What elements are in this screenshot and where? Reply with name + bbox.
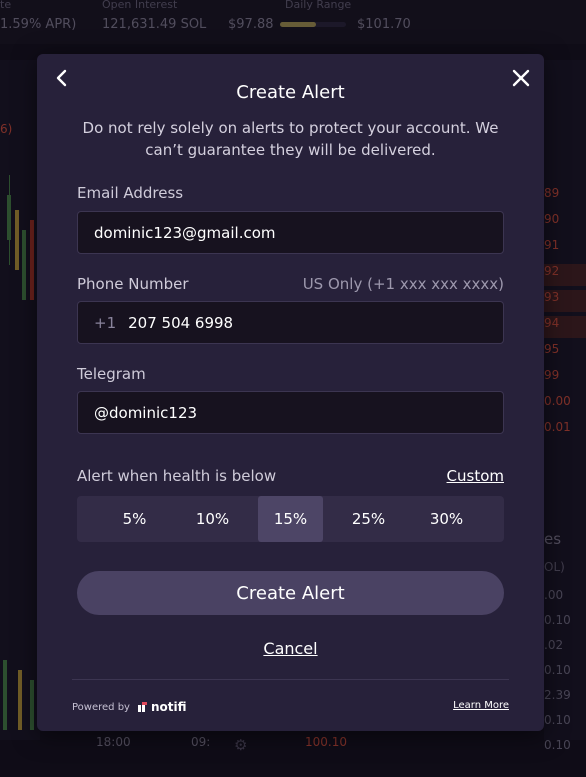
cancel-row: Cancel [37, 639, 544, 658]
health-option-10[interactable]: 10% [174, 496, 251, 542]
modal-title: Create Alert [236, 82, 345, 103]
email-input[interactable] [94, 223, 503, 242]
telegram-label: Telegram [77, 365, 146, 383]
learn-more-link[interactable]: Learn More [453, 700, 509, 711]
health-threshold-label: Alert when health is below [77, 467, 277, 485]
telegram-input[interactable] [94, 403, 503, 422]
powered-by: Powered by notifi [72, 700, 187, 714]
notifi-logo-icon [137, 702, 147, 712]
phone-country-prefix: +1 [94, 313, 117, 332]
powered-by-label: Powered by [72, 701, 130, 713]
health-threshold-selector: 5% 10% 15% 25% 30% [77, 496, 504, 542]
phone-input[interactable] [128, 313, 503, 332]
health-option-5[interactable]: 5% [96, 496, 173, 542]
phone-hint: US Only (+1 xxx xxx xxxx) [302, 275, 504, 293]
email-field[interactable] [77, 211, 504, 254]
custom-threshold-link[interactable]: Custom [447, 467, 504, 485]
telegram-field[interactable] [77, 391, 504, 434]
create-alert-modal: Create Alert Do not rely solely on alert… [37, 54, 544, 731]
health-option-25[interactable]: 25% [330, 496, 407, 542]
health-option-30[interactable]: 30% [408, 496, 485, 542]
email-label: Email Address [77, 184, 184, 202]
health-option-15[interactable]: 15% [258, 496, 323, 542]
footer-divider [72, 679, 509, 680]
create-alert-button[interactable]: Create Alert [77, 571, 504, 615]
cancel-button[interactable]: Cancel [263, 639, 317, 658]
phone-field[interactable]: +1 [77, 301, 504, 344]
phone-label: Phone Number [77, 275, 189, 293]
notifi-brand: notifi [150, 700, 187, 714]
alert-warning-text: Do not rely solely on alerts to protect … [82, 119, 499, 159]
